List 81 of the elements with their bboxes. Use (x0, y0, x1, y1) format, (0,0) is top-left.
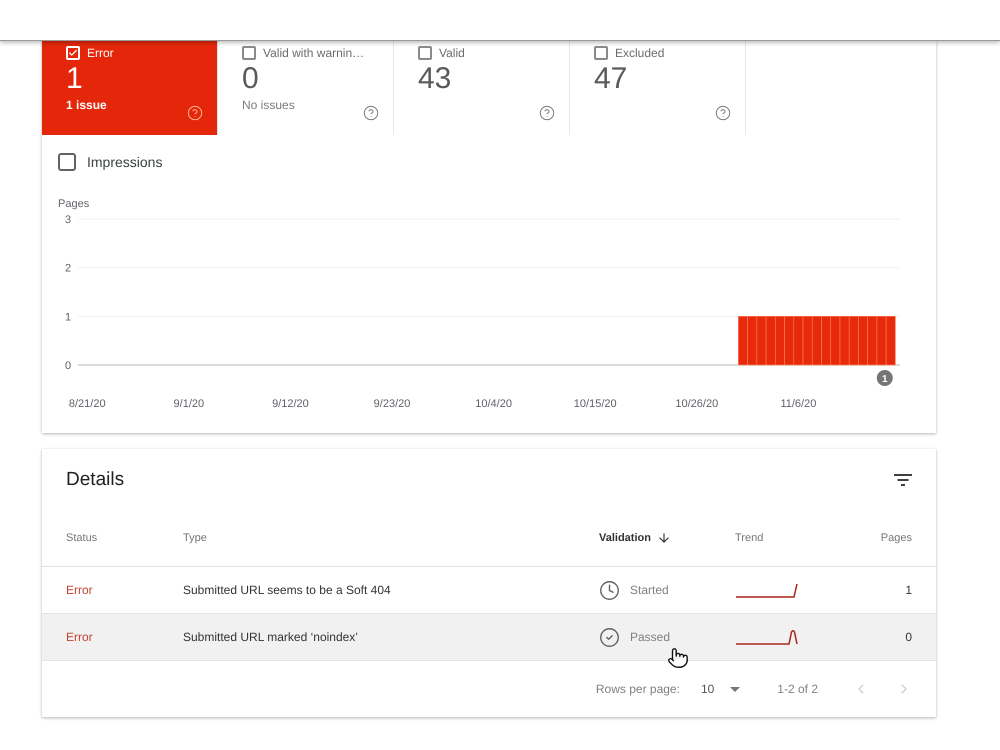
x-tick-label: 10/4/20 (475, 398, 512, 410)
tile-label: Excluded (615, 45, 664, 61)
y-tick-label: 0 (64, 360, 72, 372)
trend-sparkline (735, 627, 799, 647)
column-header[interactable]: Validation (599, 530, 735, 546)
bar (840, 316, 850, 366)
bar (812, 316, 822, 366)
table-row[interactable]: Error Submitted URL marked ‘noindex’ Passed 0 (42, 613, 936, 660)
tile-value: 43 (418, 61, 452, 97)
bar (738, 316, 748, 366)
tile-subtitle: 1 issue (66, 97, 107, 113)
status-cell-text: Error (66, 582, 93, 599)
bar (821, 316, 832, 366)
bar (802, 316, 813, 366)
bar (756, 316, 766, 366)
bar (747, 316, 758, 366)
help-icon[interactable] (187, 105, 203, 121)
card-title: Details (66, 468, 124, 492)
x-tick-label: 8/21/20 (68, 398, 106, 410)
bar (876, 316, 886, 366)
pages-cell-text: 1 (905, 582, 912, 599)
tile-value: 1 (66, 61, 83, 97)
annotation-marker[interactable]: 1 (876, 370, 893, 386)
status-tile[interactable]: Valid with warnin… 0 No issues (218, 41, 394, 135)
tile-value: 0 (242, 61, 259, 97)
tile-label: Error (87, 45, 114, 61)
sort-arrow-icon (656, 531, 671, 545)
x-tick-label: 10/26/20 (675, 398, 718, 410)
check-circle-icon (599, 626, 620, 648)
metric-label: Impressions (87, 152, 162, 172)
bar (784, 316, 794, 366)
pages-cell-text: 0 (905, 629, 912, 646)
y-tick-label: 2 (64, 262, 72, 275)
x-tick-label: 9/1/20 (174, 398, 204, 410)
bar (886, 316, 896, 366)
status-cell-text: Error (66, 629, 93, 646)
column-header[interactable]: Trend (735, 530, 842, 546)
bar (830, 316, 840, 366)
bar (775, 316, 785, 366)
tile-label: Valid with warnin… (263, 45, 364, 61)
bar (766, 316, 776, 366)
x-tick-label: 9/23/20 (374, 398, 410, 410)
checkbox[interactable] (58, 153, 76, 171)
type-cell-text: Submitted URL marked ‘noindex’ (183, 629, 358, 646)
y-tick-label: 3 (64, 214, 72, 226)
bar (858, 316, 868, 366)
checkbox[interactable] (418, 46, 432, 60)
bar (793, 316, 804, 366)
y-axis-title: Pages (58, 198, 90, 210)
caret-icon (730, 686, 740, 692)
status-tile[interactable]: Valid 43 (394, 41, 570, 135)
column-header[interactable]: Pages (842, 530, 912, 546)
tile-value: 47 (594, 61, 628, 97)
tile-subtitle: No issues (242, 97, 295, 113)
checkbox[interactable] (242, 46, 256, 60)
table-row[interactable]: Error Submitted URL seems to be a Soft 404 Started 1 (42, 566, 936, 613)
rows-per-page-select[interactable]: 10 (700, 680, 740, 698)
column-header[interactable]: Type (183, 530, 599, 546)
status-tile[interactable]: Error 1 1 issue (42, 41, 218, 135)
bar (867, 316, 878, 366)
help-icon[interactable] (363, 105, 379, 121)
hand-cursor-icon (667, 647, 689, 669)
bar (848, 316, 859, 366)
x-tick-label: 9/12/20 (272, 398, 309, 410)
y-tick-label: 1 (64, 311, 72, 324)
validation-status: Passed (630, 629, 670, 646)
validation-status: Started (630, 582, 669, 599)
page-range: 1-2 of 2 (777, 681, 818, 698)
filter-icon[interactable] (894, 474, 912, 486)
tile-label: Valid (439, 45, 465, 61)
rows-per-page-label: Rows per page: (596, 681, 680, 698)
column-header[interactable]: Status (66, 530, 183, 546)
help-icon[interactable] (539, 105, 555, 121)
check-icon (68, 48, 78, 58)
clock-icon (599, 580, 620, 600)
help-icon[interactable] (715, 105, 731, 121)
x-tick-label: 10/15/20 (574, 398, 617, 410)
status-tile[interactable]: Excluded 47 (570, 41, 746, 135)
checkbox[interactable] (594, 46, 608, 60)
type-cell-text: Submitted URL seems to be a Soft 404 (183, 582, 391, 599)
x-tick-label: 11/6/20 (780, 398, 816, 410)
